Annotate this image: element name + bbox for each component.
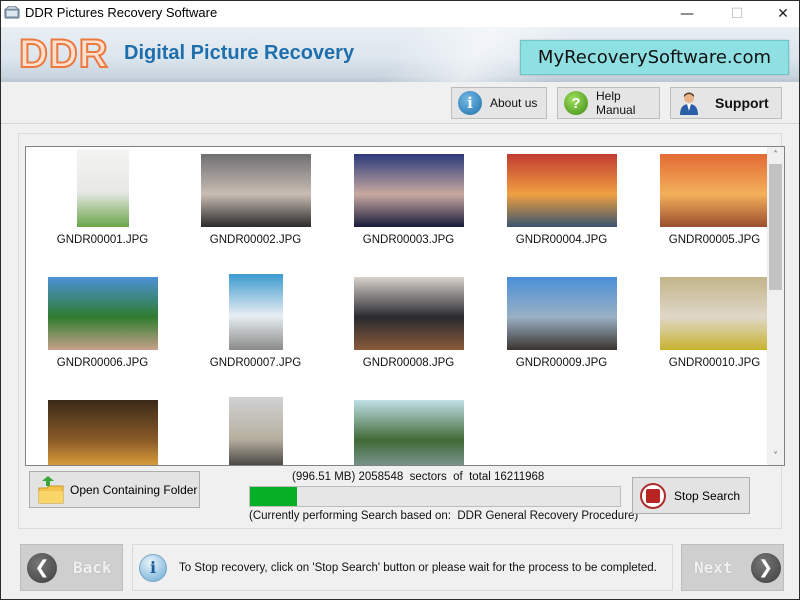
scan-status-text: (996.51 MB) 2058548 sectors of total 162… — [292, 471, 545, 483]
support-button[interactable]: Support — [670, 87, 782, 119]
picture-thumbnail — [228, 274, 283, 350]
progress-fill — [250, 487, 297, 506]
ddr-logo: DDR — [18, 31, 109, 77]
toolbar: i About us ? Help Manual Support — [0, 82, 800, 124]
info-message: To Stop recovery, click on 'Stop Search'… — [179, 561, 657, 574]
picture-filename: GNDR00009.JPG — [515, 357, 608, 369]
website-badge[interactable]: MyRecoverySoftware.com — [520, 40, 789, 75]
info-icon: i — [139, 553, 167, 582]
stop-search-label: Stop Search — [674, 488, 741, 503]
next-label: Next — [694, 558, 733, 577]
picture-filename: GNDR00006.JPG — [56, 357, 149, 369]
help-manual-label: Help Manual — [596, 89, 636, 117]
window-title: DDR Pictures Recovery Software — [25, 5, 218, 20]
open-folder-label: Open Containing Folder — [70, 482, 198, 497]
title-bar: DDR Pictures Recovery Software — ☐ ✕ — [0, 0, 800, 27]
header-banner: DDR Digital Picture Recovery MyRecoveryS… — [0, 27, 800, 82]
info-message-bar: i To Stop recovery, click on 'Stop Searc… — [132, 544, 673, 591]
stop-search-button[interactable]: Stop Search — [632, 477, 750, 514]
picture-item[interactable] — [26, 393, 179, 465]
back-button[interactable]: ❮ Back — [20, 544, 123, 591]
minimize-button[interactable]: — — [664, 0, 710, 27]
picture-item[interactable]: GNDR00009.JPG — [485, 270, 638, 390]
product-title: Digital Picture Recovery — [124, 42, 355, 64]
scan-progress-bar — [249, 486, 621, 507]
picture-item[interactable]: GNDR00001.JPG — [26, 147, 179, 267]
picture-item[interactable]: GNDR00002.JPG — [179, 147, 332, 267]
picture-item[interactable]: GNDR00006.JPG — [26, 270, 179, 390]
info-icon: i — [458, 91, 482, 115]
picture-thumbnail — [228, 397, 283, 465]
picture-thumbnail — [47, 277, 158, 350]
picture-thumbnail — [353, 154, 464, 227]
picture-thumbnail — [47, 400, 158, 465]
picture-filename: GNDR00007.JPG — [209, 357, 302, 369]
close-button[interactable]: ✕ — [760, 0, 800, 27]
recovered-pictures-list[interactable]: GNDR00001.JPG GNDR00002.JPG GNDR00003.JPG G… — [25, 146, 785, 466]
picture-filename: GNDR00002.JPG — [209, 234, 302, 246]
picture-item[interactable] — [332, 393, 485, 465]
picture-filename: GNDR00008.JPG — [362, 357, 455, 369]
picture-filename: GNDR00010.JPG — [668, 357, 761, 369]
picture-item[interactable]: GNDR00003.JPG — [332, 147, 485, 267]
picture-thumbnail — [659, 277, 770, 350]
scroll-thumb[interactable] — [769, 164, 782, 290]
about-us-label: About us — [490, 96, 538, 110]
picture-item[interactable]: GNDR00008.JPG — [332, 270, 485, 390]
back-label: Back — [73, 558, 112, 577]
scroll-down-arrow[interactable]: ˅ — [767, 448, 784, 465]
picture-thumbnail — [76, 149, 129, 227]
back-arrow-icon: ❮ — [27, 552, 57, 583]
about-us-button[interactable]: i About us — [451, 87, 547, 119]
support-person-icon — [679, 91, 699, 115]
picture-thumbnail — [353, 277, 464, 350]
maximize-button[interactable]: ☐ — [714, 0, 760, 27]
vertical-scrollbar[interactable]: ˄ ˅ — [767, 147, 784, 465]
folder-icon — [38, 475, 64, 504]
picture-item[interactable]: GNDR00005.JPG — [638, 147, 784, 267]
picture-thumbnail — [353, 400, 464, 465]
help-icon: ? — [564, 91, 588, 115]
picture-filename: GNDR00004.JPG — [515, 234, 608, 246]
picture-thumbnail — [200, 154, 311, 227]
picture-filename: GNDR00005.JPG — [668, 234, 761, 246]
picture-filename: GNDR00001.JPG — [56, 234, 149, 246]
scroll-up-arrow[interactable]: ˄ — [767, 147, 784, 164]
picture-item[interactable]: GNDR00004.JPG — [485, 147, 638, 267]
picture-item[interactable]: GNDR00007.JPG — [179, 270, 332, 390]
help-manual-button[interactable]: ? Help Manual — [557, 87, 660, 119]
procedure-text: (Currently performing Search based on: D… — [249, 510, 639, 522]
picture-item[interactable] — [179, 393, 332, 465]
next-button[interactable]: Next ❯ — [681, 544, 784, 591]
next-arrow-icon: ❯ — [750, 552, 781, 583]
picture-thumbnail — [506, 154, 617, 227]
support-label: Support — [715, 95, 769, 111]
app-icon — [4, 6, 20, 19]
picture-filename: GNDR00003.JPG — [362, 234, 455, 246]
stop-icon — [640, 482, 666, 509]
picture-item[interactable]: GNDR00010.JPG — [638, 270, 784, 390]
picture-thumbnail — [659, 154, 770, 227]
picture-thumbnail — [506, 277, 617, 350]
open-containing-folder-button[interactable]: Open Containing Folder — [29, 471, 200, 508]
